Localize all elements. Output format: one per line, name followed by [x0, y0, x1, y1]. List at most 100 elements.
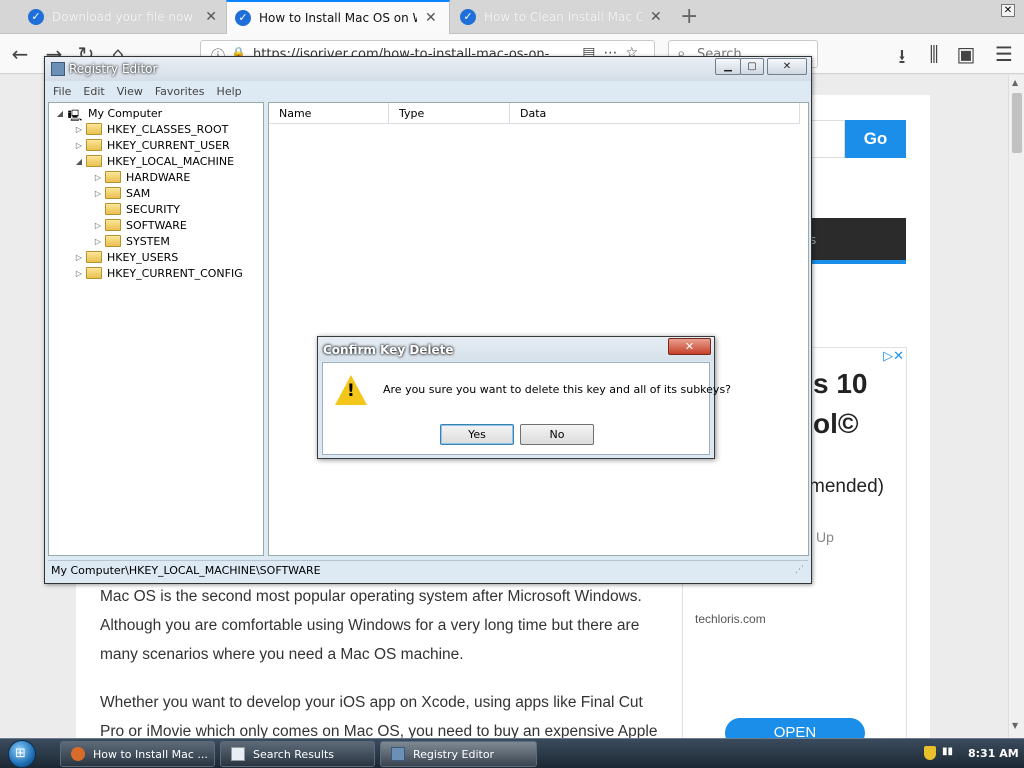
taskbar-item-label: Registry Editor [413, 748, 495, 761]
expand-arrow-icon[interactable]: ▷ [93, 221, 103, 230]
library-icon[interactable]: ⫼ [922, 42, 946, 66]
minimize-button[interactable]: ▁ [715, 58, 741, 75]
close-icon[interactable]: ✕ [205, 9, 217, 25]
dialog-message: Are you sure you want to delete this key… [383, 383, 732, 396]
ad-choices-icon[interactable]: ▷✕ [883, 348, 904, 364]
close-icon[interactable]: ✕ [650, 9, 662, 25]
registry-tree[interactable]: ◢ 🖳 My Computer ▷ HKEY_CLASSES_ROOT ▷ HK… [48, 102, 264, 556]
page-scrollbar[interactable]: ▲ ▼ [1008, 75, 1024, 738]
scroll-thumb[interactable] [1012, 93, 1022, 153]
browser-tab-bar: ✓ Download your file now - ISOR ✕ ✓ How … [0, 0, 1024, 34]
ad-headline-2: ol© [813, 408, 859, 439]
dialog-title-bar[interactable]: Confirm Key Delete ✕ [318, 337, 714, 361]
column-header-name[interactable]: Name [269, 103, 389, 124]
menu-favorites[interactable]: Favorites [155, 85, 205, 99]
tab-download[interactable]: ✓ Download your file now - ISOR ✕ [20, 0, 225, 34]
go-button[interactable]: Go [845, 120, 906, 158]
expand-arrow-icon[interactable]: ▷ [74, 125, 84, 134]
taskbar-item-search-results[interactable]: Search Results [220, 741, 375, 767]
maximize-button[interactable]: ▢ [740, 58, 764, 75]
expand-arrow-icon[interactable]: ▷ [93, 173, 103, 182]
folder-icon [105, 171, 121, 183]
ad-subtext: Up [816, 529, 834, 545]
action-center-icon[interactable] [924, 746, 936, 760]
registry-icon [391, 747, 405, 761]
expand-arrow-icon[interactable]: ▷ [93, 237, 103, 246]
tree-node-my-computer[interactable]: ◢ 🖳 My Computer [55, 105, 163, 123]
scroll-up-icon[interactable]: ▲ [1012, 78, 1018, 87]
taskbar-item-registry-editor[interactable]: Registry Editor [380, 741, 537, 767]
check-icon: ✓ [28, 9, 44, 25]
close-button[interactable]: ✕ [767, 58, 807, 75]
registry-title-bar[interactable]: Registry Editor ▁ ▢ ✕ [45, 57, 811, 81]
folder-icon [86, 251, 102, 263]
tree-node-sam[interactable]: ▷ SAM [93, 185, 150, 201]
back-icon[interactable]: ← [8, 42, 32, 66]
scroll-down-icon[interactable]: ▼ [1012, 721, 1018, 730]
paragraph-line: Whether you want to develop your iOS app… [100, 694, 643, 711]
yes-button[interactable]: Yes [440, 424, 514, 445]
tree-node-label: HKEY_LOCAL_MACHINE [107, 154, 235, 168]
tree-node-hku[interactable]: ▷ HKEY_USERS [74, 249, 178, 265]
expand-arrow-icon[interactable]: ▷ [74, 269, 84, 278]
column-header-type[interactable]: Type [389, 103, 510, 124]
folder-icon [105, 187, 121, 199]
tree-node-hkcc[interactable]: ▷ HKEY_CURRENT_CONFIG [74, 265, 243, 281]
collapse-arrow-icon[interactable]: ◢ [55, 109, 65, 118]
network-icon[interactable]: ▮▮ [942, 746, 956, 760]
expand-arrow-icon[interactable]: ▷ [74, 253, 84, 262]
dialog-close-button[interactable]: ✕ [668, 338, 711, 355]
tree-node-label: My Computer [88, 106, 163, 120]
tree-node-security[interactable]: SECURITY [93, 201, 180, 217]
tab-title: Download your file now - ISOR [52, 10, 197, 24]
dialog-title: Confirm Key Delete [323, 343, 454, 357]
folder-icon [86, 123, 102, 135]
close-icon[interactable]: ✕ [425, 10, 437, 26]
new-tab-icon[interactable]: + [680, 4, 698, 29]
tree-node-hkcr[interactable]: ▷ HKEY_CLASSES_ROOT [74, 121, 228, 137]
paragraph-line: many scenarios where you need a Mac OS m… [100, 646, 464, 663]
start-button[interactable]: ⊞ [8, 740, 36, 768]
taskbar-item-label: Search Results [253, 748, 335, 761]
article-paragraph-1: Mac OS is the second most popular operat… [100, 582, 660, 669]
column-header-data[interactable]: Data [510, 103, 800, 124]
tree-node-hklm[interactable]: ◢ HKEY_LOCAL_MACHINE [74, 153, 234, 169]
dialog-body: ! Are you sure you want to delete this k… [322, 362, 731, 455]
tree-node-system[interactable]: ▷ SYSTEM [93, 233, 170, 249]
taskbar-item-firefox[interactable]: How to Install Mac ... [60, 741, 215, 767]
expand-arrow-icon[interactable]: ▷ [93, 189, 103, 198]
menu-help[interactable]: Help [217, 85, 242, 99]
ad-headline-1: s 10 [813, 368, 868, 399]
menu-edit[interactable]: Edit [83, 85, 104, 99]
folder-icon [86, 139, 102, 151]
confirm-key-delete-dialog: Confirm Key Delete ✕ ! Are you sure you … [317, 336, 731, 459]
menu-view[interactable]: View [117, 85, 143, 99]
download-icon[interactable]: ⭳ [890, 42, 914, 76]
warning-icon: ! [335, 375, 367, 405]
tab-clean-install[interactable]: ✓ How to Clean Install Mac OS u ✕ [452, 0, 672, 34]
folder-open-icon [86, 155, 102, 167]
registry-values-list[interactable]: Name Type Data [268, 102, 809, 556]
tree-node-software[interactable]: ▷ SOFTWARE [93, 217, 187, 233]
registry-icon [51, 62, 65, 76]
tab-install-mac[interactable]: ✓ How to Install Mac OS on Wind ✕ [226, 0, 450, 34]
menu-file[interactable]: File [53, 85, 71, 99]
expand-arrow-icon[interactable]: ▷ [74, 141, 84, 150]
folder-icon [86, 267, 102, 279]
check-icon: ✓ [460, 9, 476, 25]
tree-node-label: SECURITY [126, 202, 180, 216]
resize-grip-icon[interactable]: ⋰ [795, 565, 804, 575]
taskbar-clock[interactable]: 8:31 AM [968, 747, 1019, 760]
tree-node-label: SAM [126, 186, 151, 200]
no-button[interactable]: No [520, 424, 594, 445]
window-close-icon[interactable]: ✕ [1001, 4, 1015, 17]
sidebar-icon[interactable]: ▣ [954, 42, 978, 66]
tree-node-hkcu[interactable]: ▷ HKEY_CURRENT_USER [74, 137, 230, 153]
tree-node-hardware[interactable]: ▷ HARDWARE [93, 169, 190, 185]
menu-icon[interactable]: ☰ [992, 42, 1016, 66]
screen: ✓ Download your file now - ISOR ✕ ✓ How … [0, 0, 1024, 768]
tree-node-label: SOFTWARE [126, 218, 187, 232]
document-icon [231, 747, 245, 761]
collapse-arrow-icon[interactable]: ◢ [74, 157, 84, 166]
registry-menu-bar: File Edit View Favorites Help [49, 82, 807, 102]
